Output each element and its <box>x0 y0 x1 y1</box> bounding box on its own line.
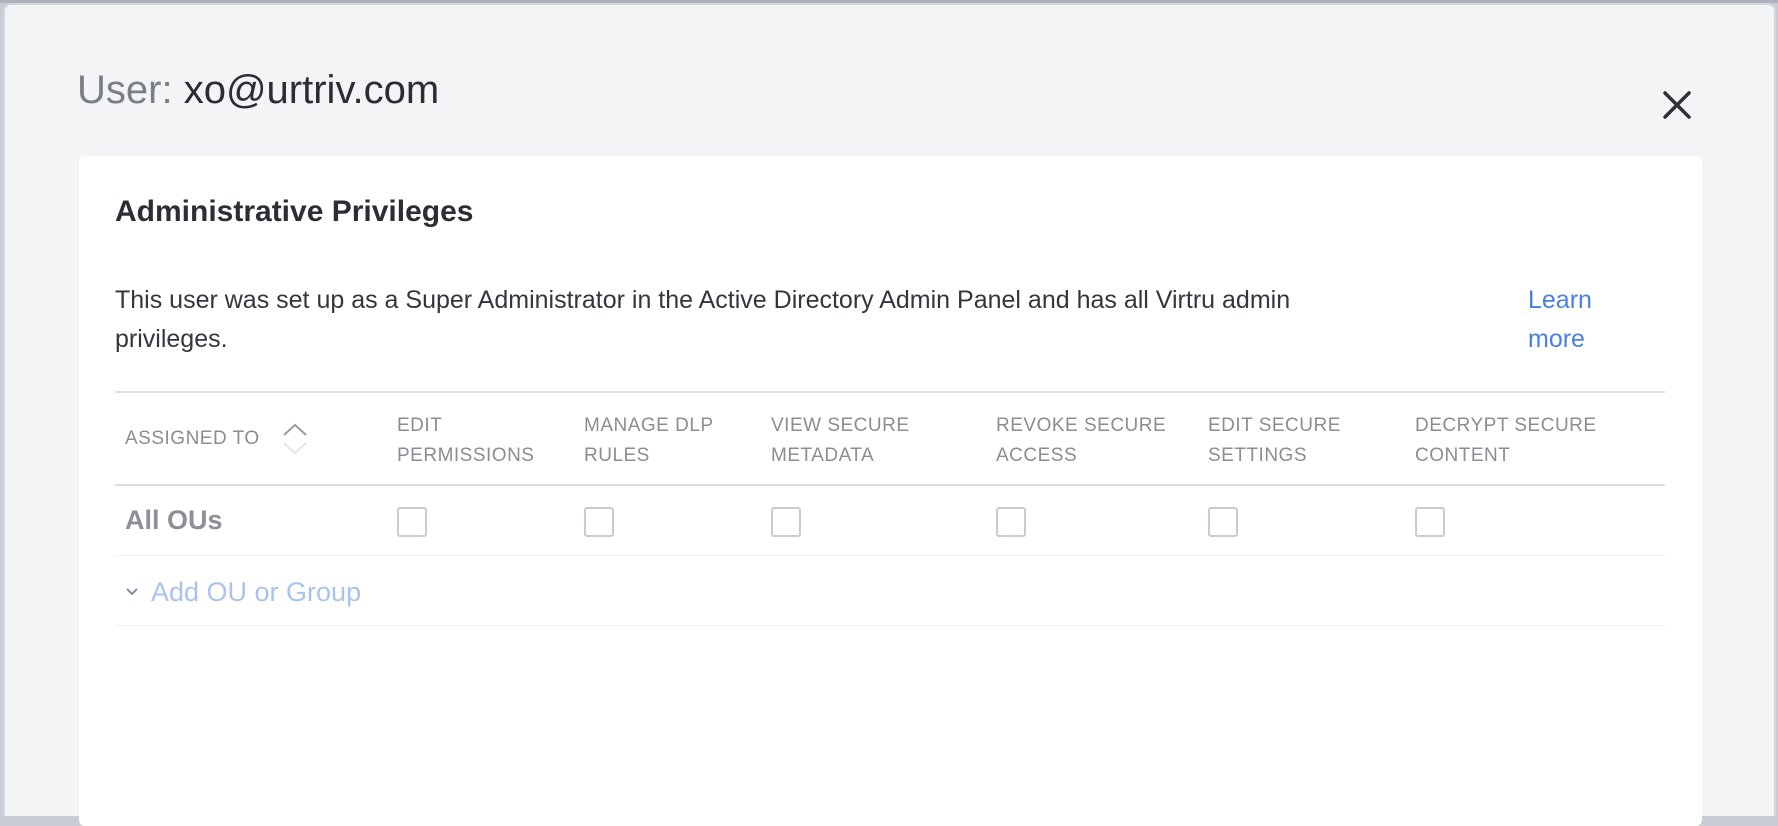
modal-title: User: xo@urtriv.com <box>77 65 439 115</box>
table-header: ASSIGNED TO EDIT PERMISSIONS MANAGE DLP RU… <box>115 391 1665 486</box>
assigned-to-header: ASSIGNED TO <box>125 428 260 449</box>
table-row: All OUs <box>115 486 1665 556</box>
close-icon <box>1663 91 1691 119</box>
title-prefix: User: <box>77 68 173 112</box>
add-ou-or-group-button[interactable]: Add OU or Group <box>123 574 361 610</box>
privileges-table: ASSIGNED TO EDIT PERMISSIONS MANAGE DLP RU… <box>115 391 1665 626</box>
privileges-description: This user was set up as a Super Administ… <box>115 286 1291 353</box>
user-modal: User: xo@urtriv.com Administrative Privi… <box>3 3 1776 826</box>
close-button[interactable] <box>1655 83 1699 127</box>
column-header-revoke-secure-access: REVOKE SECURE ACCESS <box>996 415 1167 466</box>
column-header-decrypt-secure-content: DECRYPT SECURE CONTENT <box>1415 415 1597 466</box>
admin-privileges-card: Administrative Privileges This user was … <box>79 156 1702 826</box>
user-email: xo@urtriv.com <box>183 68 440 112</box>
column-header-edit-secure-settings: EDIT SECURE SETTINGS <box>1208 415 1341 466</box>
sort-arrows-icon[interactable] <box>280 419 310 459</box>
ou-label: All OUs <box>125 505 223 535</box>
column-header-edit-permissions: EDIT PERMISSIONS <box>397 415 535 466</box>
chevron-down-icon <box>126 588 138 596</box>
checkbox-revoke-secure-access[interactable] <box>996 507 1026 537</box>
checkbox-edit-secure-settings[interactable] <box>1208 507 1238 537</box>
column-header-view-secure-metadata: VIEW SECURE METADATA <box>771 415 910 466</box>
column-header-manage-dlp-rules: MANAGE DLP RULES <box>584 415 714 466</box>
learn-more-link[interactable]: Learn more <box>1528 281 1638 359</box>
card-title: Administrative Privileges <box>115 195 474 228</box>
add-ou-or-group-label: Add OU or Group <box>151 577 362 607</box>
add-row: Add OU or Group <box>115 556 1665 626</box>
checkbox-decrypt-secure-content[interactable] <box>1415 507 1445 537</box>
checkbox-edit-permissions[interactable] <box>397 507 427 537</box>
checkbox-view-secure-metadata[interactable] <box>771 507 801 537</box>
checkbox-manage-dlp-rules[interactable] <box>584 507 614 537</box>
